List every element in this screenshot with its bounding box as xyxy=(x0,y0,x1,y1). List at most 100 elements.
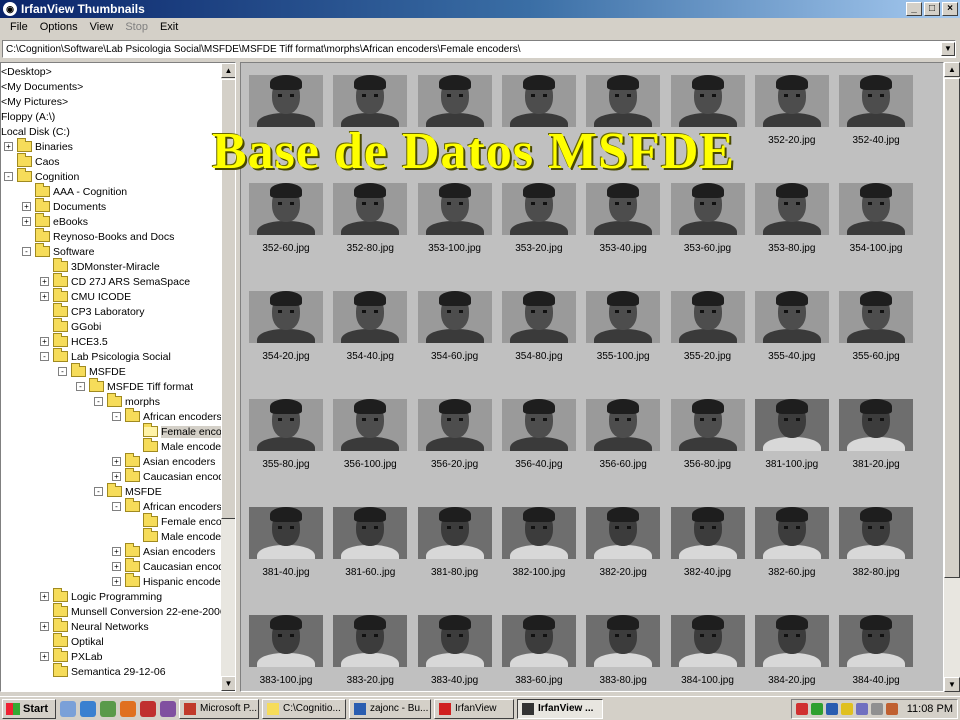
thumbnail-item[interactable]: 353-80.jpg xyxy=(754,183,837,283)
face-photo-thumbnail[interactable] xyxy=(249,507,323,559)
thumbnail-item[interactable]: 382-40.jpg xyxy=(670,507,753,607)
face-photo-thumbnail[interactable] xyxy=(249,75,323,127)
thumbnail-item[interactable]: 355-60.jpg xyxy=(839,291,921,391)
collapse-icon[interactable]: - xyxy=(112,502,121,511)
quicklaunch-outlook-icon[interactable] xyxy=(100,700,116,717)
tree-item[interactable]: CP3 Laboratory xyxy=(53,303,145,319)
collapse-icon[interactable]: - xyxy=(22,247,31,256)
taskbar-button[interactable]: Microsoft P... xyxy=(179,698,259,719)
thumbnail-item[interactable]: 352-80.jpg xyxy=(333,183,415,283)
thumbnail-item[interactable]: 383-60.jpg xyxy=(501,615,584,691)
face-photo-thumbnail[interactable] xyxy=(417,399,492,451)
thumbnail-item[interactable]: 354-100.jpg xyxy=(839,183,921,283)
thumbnail-item[interactable]: 354-40.jpg xyxy=(333,291,415,391)
close-button[interactable]: × xyxy=(942,2,958,16)
tree-scroll-down-icon[interactable]: ▼ xyxy=(221,676,235,691)
thumbnail-item[interactable]: 355-20.jpg xyxy=(670,291,753,391)
face-photo-thumbnail[interactable] xyxy=(586,615,661,667)
tree-item[interactable]: Caos xyxy=(17,153,60,169)
face-photo-thumbnail[interactable] xyxy=(839,507,914,559)
tree-item[interactable]: + PXLab xyxy=(40,648,103,664)
thumbnail-item[interactable]: 355-40.jpg xyxy=(754,291,837,391)
menu-view[interactable]: View xyxy=(84,21,120,33)
menu-options[interactable]: Options xyxy=(34,21,84,33)
tree-item[interactable]: - MSFDE xyxy=(58,363,126,379)
thumbnail-item[interactable]: 354-80.jpg xyxy=(501,291,584,391)
thumbnail-item[interactable]: 355-80.jpg xyxy=(249,399,331,499)
path-combobox[interactable]: C:\Cognition\Software\Lab Psicologia Soc… xyxy=(2,40,956,58)
face-photo-thumbnail[interactable] xyxy=(333,399,408,451)
thumbnail-item[interactable]: 356-60.jpg xyxy=(586,399,668,499)
expand-icon[interactable]: + xyxy=(40,622,49,631)
face-photo-thumbnail[interactable] xyxy=(839,399,914,451)
quicklaunch-app-icon[interactable] xyxy=(160,700,176,717)
tray-network-icon[interactable] xyxy=(810,702,823,715)
face-photo-thumbnail[interactable] xyxy=(839,183,914,235)
tray-language-icon[interactable] xyxy=(825,702,838,715)
tree-item[interactable]: 3DMonster-Miracle xyxy=(53,258,160,274)
face-photo-thumbnail[interactable] xyxy=(501,183,576,235)
face-photo-thumbnail[interactable] xyxy=(586,399,661,451)
collapse-icon[interactable]: - xyxy=(94,397,103,406)
folder-tree[interactable]: <Desktop> <My Documents> <My Pictures> Flop… xyxy=(0,62,236,692)
tree-item[interactable]: + Caucasian encoders xyxy=(112,558,235,574)
tray-app-icon[interactable] xyxy=(885,702,898,715)
expand-icon[interactable]: + xyxy=(112,547,121,556)
face-photo-thumbnail[interactable] xyxy=(754,291,829,343)
tree-item[interactable]: <My Documents> xyxy=(1,79,83,94)
tree-item[interactable]: Semantica 29-12-06 xyxy=(53,663,166,679)
thumbnail-item[interactable]: 381-60..jpg xyxy=(333,507,415,607)
collapse-icon[interactable]: - xyxy=(76,382,85,391)
thumb-scroll-down-icon[interactable]: ▼ xyxy=(944,677,960,692)
tree-item[interactable]: + Logic Programming xyxy=(40,588,162,604)
tray-bluetooth-icon[interactable] xyxy=(855,702,868,715)
thumbnail-item[interactable]: 354-60.jpg xyxy=(417,291,500,391)
tree-item[interactable]: + Neural Networks xyxy=(40,618,149,634)
thumbnail-item[interactable]: 382-100.jpg xyxy=(501,507,584,607)
thumbnail-item[interactable]: 356-100.jpg xyxy=(333,399,415,499)
tree-scroll-up-icon[interactable]: ▲ xyxy=(221,63,235,78)
face-photo-thumbnail[interactable] xyxy=(249,291,323,343)
thumbnail-item[interactable]: 381-40.jpg xyxy=(249,507,331,607)
thumbnail-item[interactable]: 356-80.jpg xyxy=(670,399,753,499)
face-photo-thumbnail[interactable] xyxy=(249,183,323,235)
thumbnail-item[interactable]: 381-20.jpg xyxy=(839,399,921,499)
face-photo-thumbnail[interactable] xyxy=(333,615,408,667)
tree-item[interactable]: AAA - Cognition xyxy=(35,183,127,199)
tree-item[interactable]: Munsell Conversion 22-ene-2006 xyxy=(53,603,226,619)
tree-item[interactable]: + Binaries xyxy=(4,138,73,154)
thumbnail-item[interactable]: 355-100.jpg xyxy=(586,291,668,391)
face-photo-thumbnail[interactable] xyxy=(417,291,492,343)
face-photo-thumbnail[interactable] xyxy=(586,507,661,559)
face-photo-thumbnail[interactable] xyxy=(333,291,408,343)
face-photo-thumbnail[interactable] xyxy=(670,615,745,667)
thumbnail-item[interactable]: 382-20.jpg xyxy=(586,507,668,607)
expand-icon[interactable]: + xyxy=(112,577,121,586)
face-photo-thumbnail[interactable] xyxy=(501,75,576,127)
face-photo-thumbnail[interactable] xyxy=(417,507,492,559)
face-photo-thumbnail[interactable] xyxy=(333,507,408,559)
collapse-icon[interactable]: - xyxy=(112,412,121,421)
tree-item[interactable]: - morphs xyxy=(94,393,160,409)
tree-item[interactable]: + Asian encoders xyxy=(112,453,215,469)
tree-item[interactable]: - African encoders xyxy=(112,498,222,514)
tray-warning-icon[interactable] xyxy=(840,702,853,715)
thumbnail-item[interactable]: 384-40.jpg xyxy=(839,615,921,691)
menu-exit[interactable]: Exit xyxy=(154,21,184,33)
face-photo-thumbnail[interactable] xyxy=(586,75,661,127)
tree-item[interactable]: + Asian encoders xyxy=(112,543,215,559)
face-photo-thumbnail[interactable] xyxy=(754,399,829,451)
tree-item[interactable]: Male encoders xyxy=(143,528,230,544)
expand-icon[interactable]: + xyxy=(112,457,121,466)
face-photo-thumbnail[interactable] xyxy=(670,183,745,235)
thumbnail-scrollbar[interactable]: ▲ ▼ xyxy=(944,62,960,692)
path-dropdown-arrow-icon[interactable]: ▼ xyxy=(941,42,955,56)
tree-item[interactable]: - African encoders xyxy=(112,408,222,424)
face-photo-thumbnail[interactable] xyxy=(333,183,408,235)
thumbnail-item[interactable]: 384-100.jpg xyxy=(670,615,753,691)
tree-item[interactable]: + Caucasian encoders xyxy=(112,468,235,484)
tray-volume-icon[interactable] xyxy=(870,702,883,715)
thumbnail-item[interactable]: 381-100.jpg xyxy=(754,399,837,499)
taskbar-button[interactable]: C:\Cognitio... xyxy=(262,698,346,719)
taskbar-button[interactable]: IrfanView xyxy=(434,698,514,719)
